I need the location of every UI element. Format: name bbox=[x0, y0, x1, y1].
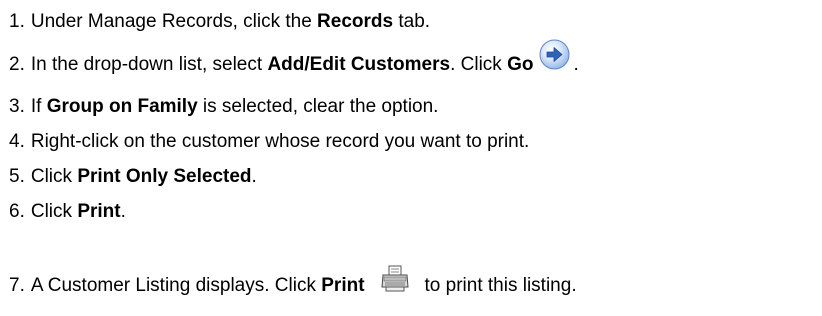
bold-term: Add/Edit Customers bbox=[267, 53, 451, 75]
step-text: Click bbox=[30, 165, 78, 187]
step-text: Right-click on the customer whose record… bbox=[30, 130, 530, 152]
bold-term: Print Only Selected bbox=[77, 165, 252, 187]
step-4: 4. Right-click on the customer whose rec… bbox=[9, 126, 529, 156]
step-5: 5. Click Print Only Selected . bbox=[9, 161, 257, 191]
step-number: 5. bbox=[9, 165, 25, 187]
step-1: 1. Under Manage Records, click the Recor… bbox=[9, 6, 430, 36]
step-text: Click bbox=[30, 200, 78, 222]
instruction-list: 1. Under Manage Records, click the Recor… bbox=[0, 0, 822, 316]
go-arrow-icon bbox=[539, 39, 570, 70]
step-text: A Customer Listing displays. Click bbox=[30, 274, 322, 296]
bold-term: Print bbox=[77, 200, 121, 222]
step-number: 1. bbox=[9, 10, 25, 32]
step-text: to print this listing. bbox=[424, 274, 577, 296]
step-7: 7. A Customer Listing displays. Click Pr… bbox=[9, 265, 577, 300]
step-text: . bbox=[573, 53, 579, 75]
step-text: Under Manage Records, click the bbox=[30, 10, 318, 32]
step-text: If bbox=[30, 95, 47, 117]
bold-term: Records bbox=[317, 10, 394, 32]
step-number: 7. bbox=[9, 274, 25, 296]
bold-term: Go bbox=[507, 53, 534, 75]
step-text: In the drop-down list, select bbox=[30, 53, 268, 75]
step-2: 2. In the drop-down list, select Add/Edi… bbox=[9, 39, 579, 79]
step-text: is selected, clear the option. bbox=[197, 95, 439, 117]
bold-term: Group on Family bbox=[46, 95, 198, 117]
step-3: 3. If Group on Family is selected, clear… bbox=[9, 91, 438, 121]
step-number: 3. bbox=[9, 95, 25, 117]
step-number: 6. bbox=[9, 200, 25, 222]
step-text: . bbox=[251, 165, 257, 187]
step-text: . Click bbox=[450, 53, 508, 75]
step-number: 2. bbox=[9, 53, 25, 75]
printer-icon bbox=[379, 263, 411, 295]
step-6: 6. Click Print . bbox=[9, 196, 126, 226]
step-text: . bbox=[120, 200, 126, 222]
step-text: tab. bbox=[393, 10, 431, 32]
step-number: 4. bbox=[9, 130, 25, 152]
bold-term: Print bbox=[321, 274, 365, 296]
